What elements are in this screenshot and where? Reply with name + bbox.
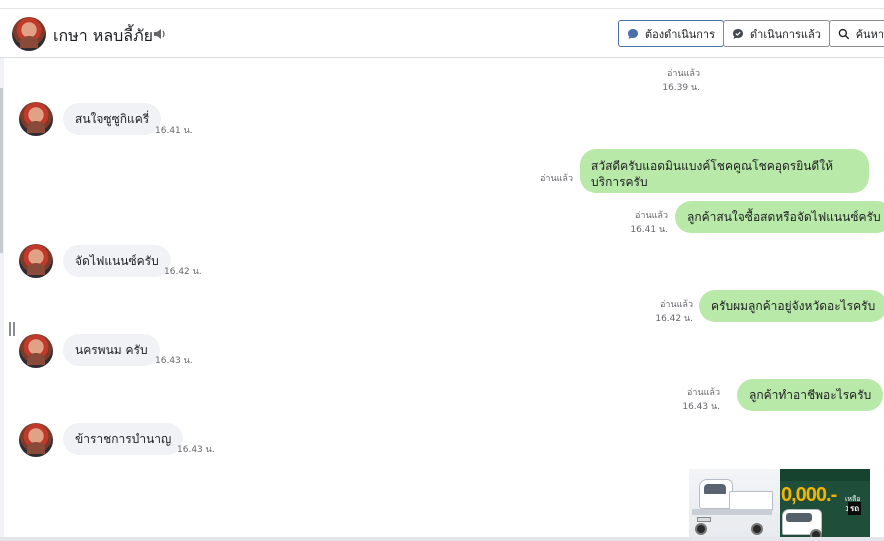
promo-banner-strip: [780, 469, 870, 481]
incoming-message[interactable]: จัดไฟแนนซ์ครับ: [63, 245, 171, 277]
bumper-shape: [692, 509, 772, 515]
outgoing-message[interactable]: ลูกค้าทำอาชีพอะไรครับ: [737, 379, 884, 411]
outgoing-message[interactable]: ลูกค้าสนใจซื้อสดหรือจัดไฟแนนซ์ครับ: [675, 201, 884, 233]
done-button-label: ดำเนินการแล้ว: [750, 27, 821, 41]
todo-button[interactable]: ต้องดำเนินการ: [618, 20, 724, 47]
search-icon: [838, 28, 850, 39]
search-button[interactable]: ค้นหา: [829, 20, 884, 47]
sender-avatar[interactable]: [19, 244, 53, 278]
message-time: 16.43 น.: [177, 445, 215, 455]
composer-divider: [0, 537, 884, 541]
truck-bed-shape: [729, 491, 773, 511]
search-button-label: ค้นหา: [855, 27, 884, 41]
license-plate: [697, 517, 711, 522]
outgoing-message[interactable]: สวัสดีครับแอดมินแบงค์โชคคูณโชคอุดรยินดีใ…: [580, 149, 869, 193]
contact-name[interactable]: เกษา หลบลี้ภัย: [53, 24, 153, 49]
chat-bubble-check-icon: [733, 28, 743, 39]
todo-button-label: ต้องดำเนินการ: [645, 27, 715, 41]
windshield-shape: [786, 513, 812, 522]
wheel-shape: [751, 523, 763, 535]
sender-avatar[interactable]: [19, 423, 53, 457]
promo-price: 0,000.-: [781, 484, 837, 506]
scrollbar[interactable]: [0, 58, 4, 541]
message-time: 16.43 น.: [155, 356, 193, 366]
outgoing-message[interactable]: ครับผมลูกค้าอยู่จังหวัดอะไรครับ: [699, 290, 884, 322]
wheel-shape: [695, 523, 707, 535]
attachment-image[interactable]: [689, 469, 780, 541]
read-status: อ่านแล้ว 16.42 น.: [655, 300, 693, 324]
message-time: 16.42 น.: [164, 267, 202, 277]
chat-bubble-icon: [628, 28, 638, 39]
contact-avatar[interactable]: [12, 17, 46, 51]
speaker-icon[interactable]: [152, 26, 168, 42]
read-status: อ่านแล้ว: [540, 174, 573, 184]
incoming-message[interactable]: ข้าราชการบำนาญ: [63, 423, 184, 455]
attachment-image[interactable]: 0,000.- เหลือ 1.45 รถ: [780, 469, 870, 541]
windshield-shape: [704, 484, 726, 494]
incoming-message[interactable]: สนใจซูซูกิแครี่: [63, 103, 162, 135]
done-button[interactable]: ดำเนินการแล้ว: [723, 20, 830, 47]
sender-avatar[interactable]: [19, 102, 53, 136]
read-status: อ่านแล้ว 16.39 น.: [662, 69, 700, 93]
resize-handle[interactable]: [9, 322, 16, 336]
sender-avatar[interactable]: [19, 334, 53, 368]
read-status: อ่านแล้ว 16.41 น.: [630, 211, 668, 235]
read-status: อ่านแล้ว 16.43 น.: [682, 388, 720, 412]
conversation-header: เกษา หลบลี้ภัย ต้องดำเนินการ ดำเนินการแล…: [0, 9, 884, 58]
promo-word: รถ: [848, 502, 862, 515]
incoming-message[interactable]: นครพนม ครับ: [63, 334, 160, 366]
message-time: 16.41 น.: [155, 126, 193, 136]
top-border: [0, 0, 884, 9]
